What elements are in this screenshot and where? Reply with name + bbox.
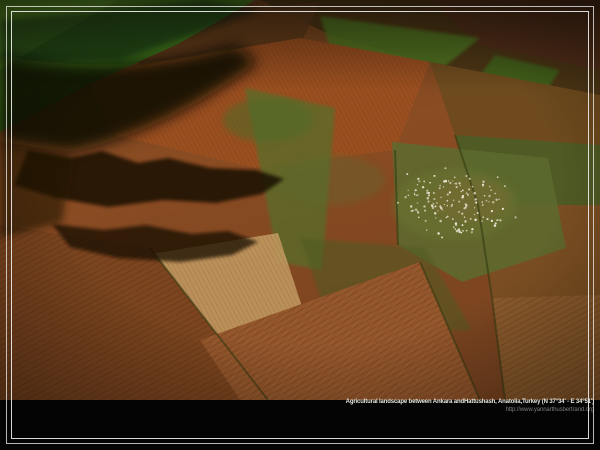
caption-url: http://www.yannarthusbertrand.org [346,407,594,414]
aerial-photo [0,0,600,400]
caption-title: Agricultural landscape between Ankara an… [346,399,594,406]
caption: Agricultural landscape between Ankara an… [346,399,594,413]
aerial-photo-painting [0,0,600,400]
wallpaper-composition: Agricultural landscape between Ankara an… [0,0,600,450]
